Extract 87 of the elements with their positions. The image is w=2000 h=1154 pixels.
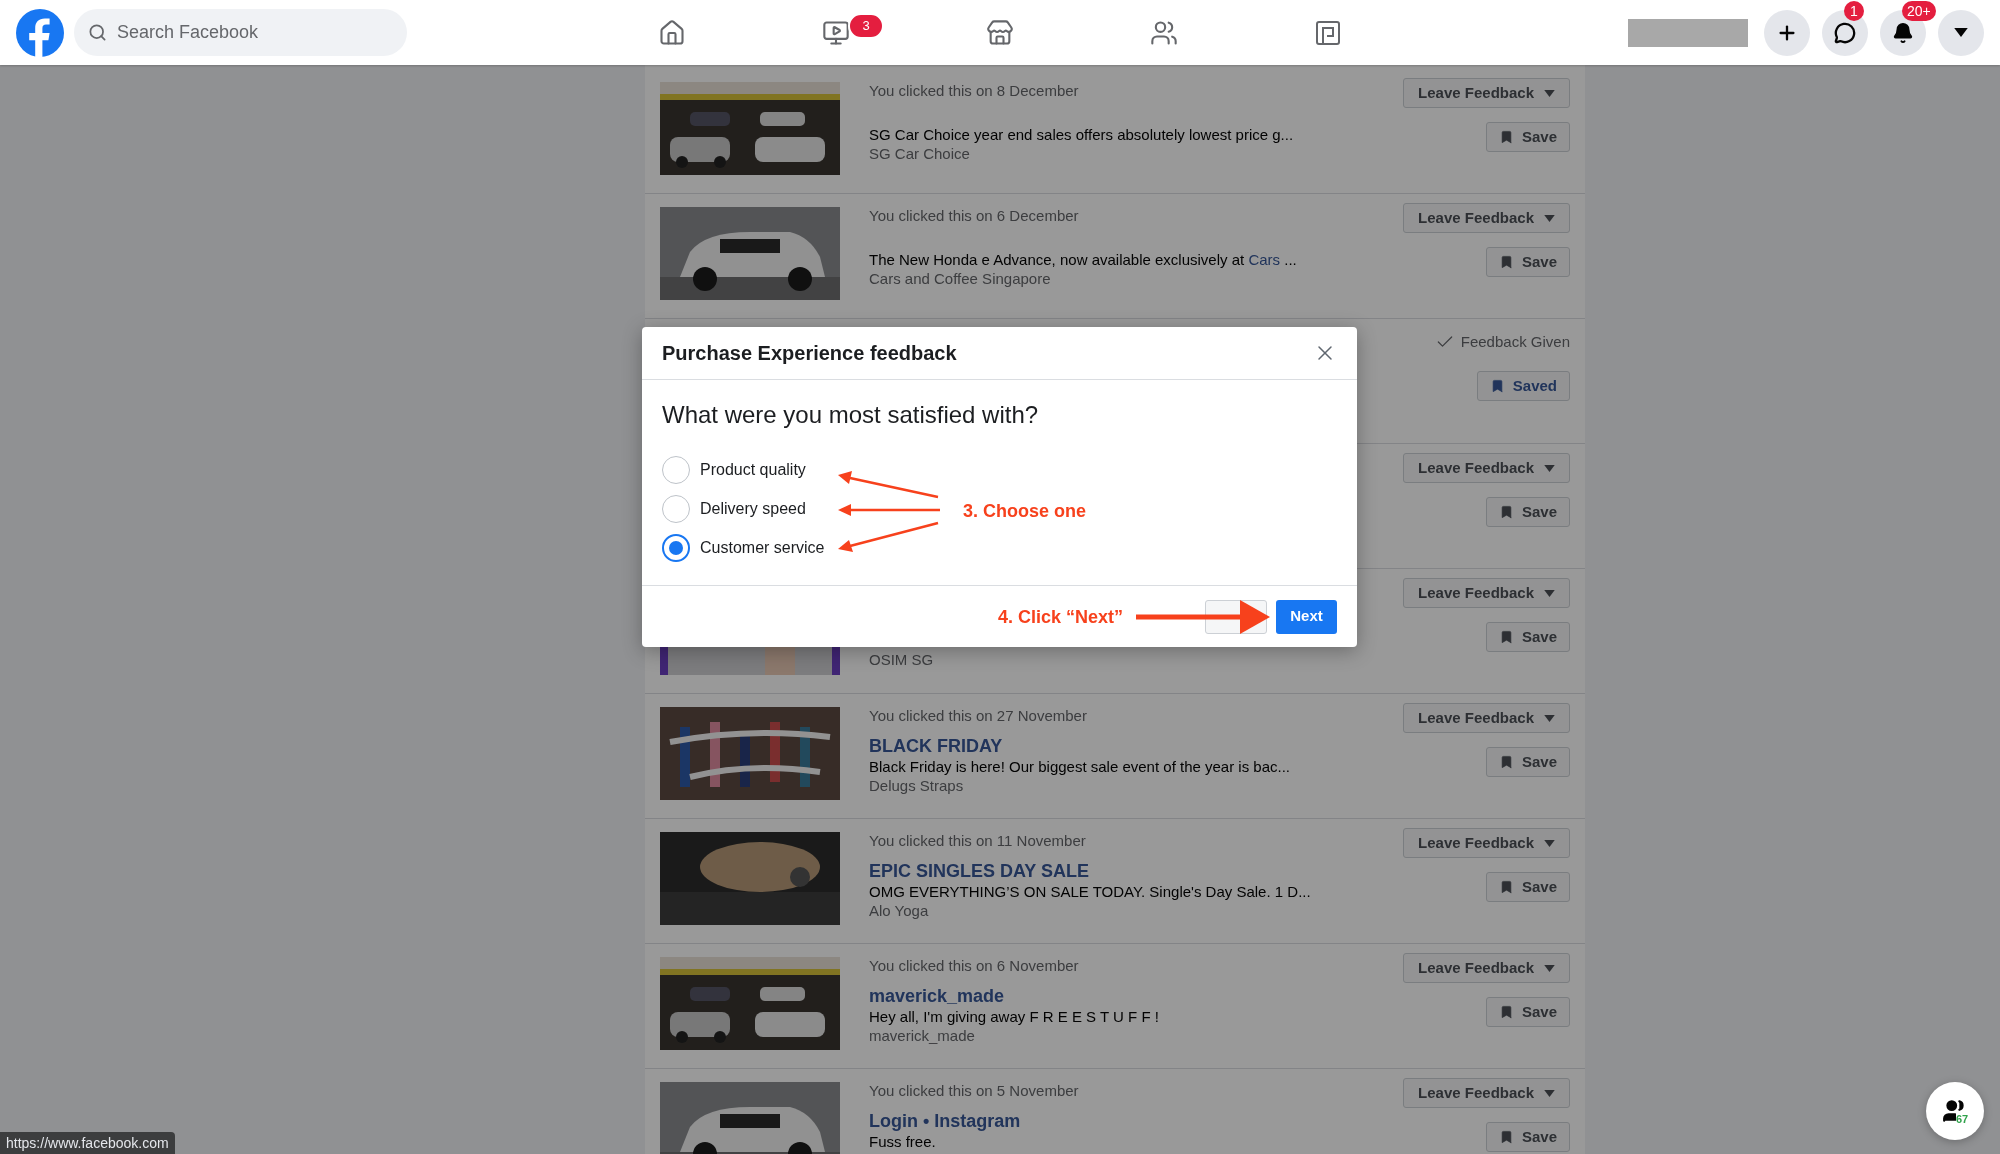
next-button[interactable]: Next bbox=[1276, 599, 1337, 634]
ad-title-link[interactable]: EPIC SINGLES DAY SALE bbox=[869, 860, 1090, 882]
logo-icon[interactable] bbox=[16, 8, 64, 57]
caret-icon bbox=[1544, 1089, 1555, 1097]
radio-option[interactable]: Customer service bbox=[662, 534, 825, 562]
question-text: What were you most satisfied with? bbox=[662, 400, 1040, 430]
messenger-icon bbox=[1834, 21, 1856, 44]
radio-option[interactable]: Product quality bbox=[662, 456, 806, 484]
bookmark-icon bbox=[1498, 128, 1514, 146]
online-count: 67 bbox=[1956, 1113, 1969, 1125]
notification-badge: 3 bbox=[848, 12, 884, 39]
header-button[interactable] bbox=[1764, 9, 1810, 56]
caret-icon bbox=[1544, 464, 1555, 472]
bookmark-icon bbox=[1498, 878, 1514, 896]
bookmark-icon bbox=[1489, 377, 1505, 395]
description-link[interactable]: Cars bbox=[1248, 251, 1281, 268]
leave-feedback-button[interactable]: Leave Feedback bbox=[1403, 578, 1570, 608]
ad-title-link[interactable]: Login • Instagram bbox=[869, 1110, 1021, 1132]
search-icon bbox=[88, 23, 107, 42]
groups-icon bbox=[1150, 18, 1178, 47]
bookmark-icon bbox=[1498, 1003, 1514, 1021]
advertiser-name: OSIM SG bbox=[869, 650, 934, 669]
leave-feedback-button[interactable]: Leave Feedback bbox=[1403, 953, 1570, 983]
save-button[interactable]: Save bbox=[1485, 247, 1570, 277]
contacts-button[interactable]: 67 bbox=[1926, 1082, 1984, 1140]
header-button[interactable] bbox=[1938, 9, 1984, 56]
radio-button[interactable] bbox=[662, 534, 690, 562]
video-icon bbox=[822, 18, 850, 47]
save-button[interactable]: Save bbox=[1485, 497, 1570, 527]
save-button[interactable]: Save bbox=[1485, 622, 1570, 652]
status-url: https://www.facebook.com bbox=[0, 1132, 175, 1154]
leave-feedback-button[interactable]: Leave Feedback bbox=[1403, 203, 1570, 233]
bookmark-icon bbox=[1498, 1128, 1514, 1146]
save-button[interactable]: Save bbox=[1485, 747, 1570, 777]
dialog-title: Purchase Experience feedback bbox=[662, 341, 957, 366]
leave-feedback-button[interactable]: Leave Feedback bbox=[1403, 1078, 1570, 1108]
leave-feedback-button[interactable]: Leave Feedback bbox=[1403, 828, 1570, 858]
advertiser-name: Cars and Coffee Singapore bbox=[869, 269, 1051, 288]
ad-description: The New Honda e Advance, now available exclusively at Cars ... bbox=[869, 250, 1297, 269]
annotation-label: 4. Click “Next” bbox=[998, 606, 1124, 629]
annotation-label: 3. Choose one bbox=[963, 500, 1087, 523]
ad-title-link[interactable]: maverick_made bbox=[869, 985, 1005, 1007]
click-date: You clicked this on 6 December bbox=[869, 207, 1079, 225]
search-field[interactable]: Search Facebook bbox=[74, 9, 407, 56]
leave-feedback-button[interactable]: Leave Feedback bbox=[1403, 453, 1570, 483]
bookmark-icon bbox=[1498, 503, 1514, 521]
caret-icon bbox=[1954, 28, 1968, 37]
click-date: You clicked this on 6 November bbox=[869, 957, 1079, 975]
ad-description: OMG EVERYTHING’S ON SALE TODAY. Single's Day Sale. 1 D... bbox=[869, 882, 1311, 901]
caret-icon bbox=[1544, 839, 1555, 847]
notification-badge: 20+ bbox=[1902, 0, 1936, 21]
ad-description: Black Friday is here! Our biggest sale event of the year is bac... bbox=[869, 757, 1291, 776]
click-date: You clicked this on 11 November bbox=[869, 832, 1086, 850]
save-button[interactable]: Save bbox=[1485, 997, 1570, 1027]
store-icon bbox=[986, 18, 1014, 47]
caret-icon bbox=[1544, 714, 1555, 722]
home-icon bbox=[658, 18, 686, 47]
ad-description: Fuss free. bbox=[869, 1132, 936, 1151]
advertiser-name: Delugs Straps bbox=[869, 776, 964, 795]
bookmark-icon bbox=[1498, 253, 1514, 271]
ad-description: Hey all, I'm giving away F R E E S T U F F ! bbox=[869, 1007, 1159, 1026]
caret-icon bbox=[1544, 89, 1555, 97]
save-button[interactable]: Save bbox=[1485, 872, 1570, 902]
advertiser-name: SG Car Choice bbox=[869, 144, 970, 163]
save-button[interactable]: Saved bbox=[1476, 371, 1570, 401]
save-button[interactable]: Save bbox=[1485, 1122, 1570, 1152]
click-date: You clicked this on 27 November bbox=[869, 707, 1087, 725]
radio-option[interactable]: Delivery speed bbox=[662, 495, 806, 523]
click-date: You clicked this on 5 November bbox=[869, 1082, 1079, 1100]
ad-description: SG Car Choice year end sales offers absolutely lowest price g... bbox=[869, 125, 1294, 144]
feedback-given-label: Feedback Given bbox=[1460, 331, 1570, 352]
bookmark-icon bbox=[1498, 753, 1514, 771]
leave-feedback-button[interactable]: Leave Feedback bbox=[1403, 703, 1570, 733]
caret-icon bbox=[1544, 589, 1555, 597]
leave-feedback-button[interactable]: Leave Feedback bbox=[1403, 78, 1570, 108]
caret-icon bbox=[1544, 964, 1555, 972]
notification-badge: 1 bbox=[1844, 0, 1864, 21]
nav-tab[interactable]: 3 bbox=[754, 0, 918, 65]
bookmark-icon bbox=[1498, 628, 1514, 646]
ad-title-link[interactable]: BLACK FRIDAY bbox=[869, 735, 1003, 757]
square-icon bbox=[1314, 18, 1342, 47]
click-date: You clicked this on 8 December bbox=[869, 82, 1079, 100]
bell-icon bbox=[1892, 21, 1914, 44]
advertiser-name: Alo Yoga bbox=[869, 901, 929, 920]
advertiser-name: maverick_made bbox=[869, 1026, 975, 1045]
caret-icon bbox=[1544, 214, 1555, 222]
save-button[interactable]: Save bbox=[1485, 122, 1570, 152]
